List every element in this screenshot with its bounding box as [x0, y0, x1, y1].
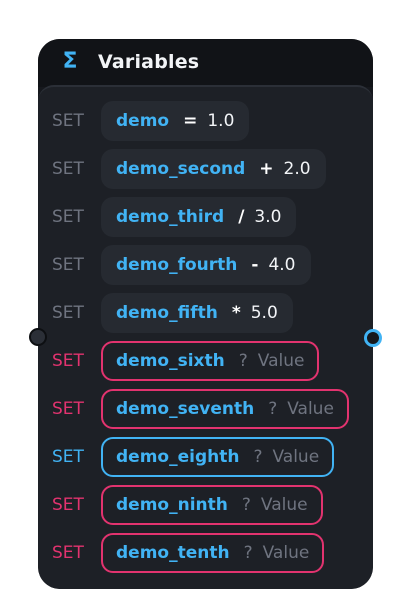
operator: = [183, 111, 198, 131]
variable-row: SET demo_fifth * 5.0 [38, 293, 373, 333]
variable-value[interactable]: 3.0 [254, 207, 281, 227]
variables-node[interactable]: Σ Variables SET demo = 1.0 SET demo_seco… [38, 39, 373, 589]
variable-pill[interactable]: demo = 1.0 [101, 101, 250, 141]
variable-value[interactable]: 5.0 [251, 303, 278, 323]
variable-pill[interactable]: demo_seventh ? Value [101, 389, 349, 429]
set-label: SET [52, 543, 84, 563]
variable-pill[interactable]: demo_third / 3.0 [101, 197, 297, 237]
variable-row: SET demo_seventh ? Value [38, 389, 373, 429]
variable-name: demo_ninth [116, 495, 228, 515]
variable-row: SET demo_second + 2.0 [38, 149, 373, 189]
value-placeholder[interactable]: Value [261, 495, 308, 515]
set-label: SET [52, 303, 84, 323]
operator: * [231, 303, 241, 323]
variable-pill[interactable]: demo_eighth ? Value [101, 437, 335, 477]
set-label: SET [52, 159, 84, 179]
output-port[interactable] [364, 329, 382, 347]
variable-pill[interactable]: demo_tenth ? Value [101, 533, 325, 573]
value-placeholder[interactable]: Value [287, 399, 334, 419]
variable-pill[interactable]: demo_fifth * 5.0 [101, 293, 293, 333]
set-label: SET [52, 399, 84, 419]
operator: ? [253, 447, 263, 467]
variable-value[interactable]: 1.0 [207, 111, 234, 131]
variable-pill[interactable]: demo_ninth ? Value [101, 485, 323, 525]
variable-row: SET demo_tenth ? Value [38, 533, 373, 573]
set-label: SET [52, 351, 84, 371]
variable-row: SET demo_ninth ? Value [38, 485, 373, 525]
set-label: SET [52, 495, 84, 515]
node-body: SET demo = 1.0 SET demo_second + 2.0 SET… [38, 85, 373, 589]
variable-name: demo_fourth [116, 255, 238, 275]
variable-name: demo_eighth [116, 447, 240, 467]
variable-name: demo_sixth [116, 351, 225, 371]
operator: - [251, 255, 259, 275]
variable-name: demo_second [116, 159, 246, 179]
variable-name: demo_fifth [116, 303, 218, 323]
node-header[interactable]: Σ Variables [38, 39, 373, 87]
value-placeholder[interactable]: Value [258, 351, 305, 371]
set-label: SET [52, 255, 84, 275]
operator: / [238, 207, 245, 227]
operator: ? [241, 495, 251, 515]
variable-name: demo_third [116, 207, 225, 227]
value-placeholder[interactable]: Value [263, 543, 310, 563]
variable-name: demo_tenth [116, 543, 230, 563]
operator: ? [238, 351, 248, 371]
set-label: SET [52, 111, 84, 131]
variable-pill[interactable]: demo_second + 2.0 [101, 149, 326, 189]
value-placeholder[interactable]: Value [272, 447, 319, 467]
operator: + [259, 159, 274, 179]
variable-row: SET demo_eighth ? Value [38, 437, 373, 477]
variable-pill[interactable]: demo_fourth - 4.0 [101, 245, 311, 285]
variable-name: demo [116, 111, 170, 131]
variable-name: demo_seventh [116, 399, 255, 419]
variable-value[interactable]: 4.0 [268, 255, 295, 275]
variable-value[interactable]: 2.0 [284, 159, 311, 179]
set-label: SET [52, 207, 84, 227]
set-label: SET [52, 447, 84, 467]
node-title: Variables [98, 51, 200, 73]
variable-row: SET demo_fourth - 4.0 [38, 245, 373, 285]
variable-row: SET demo_third / 3.0 [38, 197, 373, 237]
input-port[interactable] [29, 328, 47, 346]
variable-row: SET demo = 1.0 [38, 101, 373, 141]
variable-row: SET demo_sixth ? Value [38, 341, 373, 381]
operator: ? [243, 543, 253, 563]
variable-pill[interactable]: demo_sixth ? Value [101, 341, 320, 381]
operator: ? [268, 399, 278, 419]
sigma-icon: Σ [62, 49, 78, 74]
